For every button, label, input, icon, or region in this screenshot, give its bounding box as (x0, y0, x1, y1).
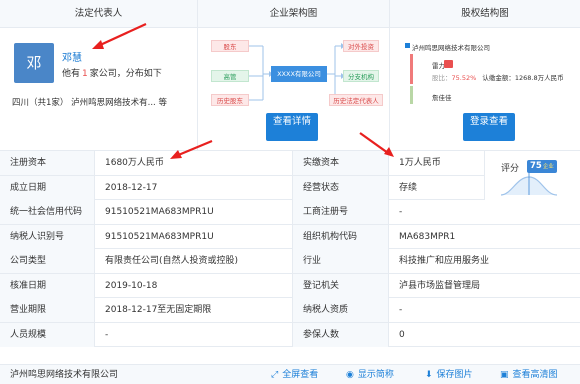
org-node-investment: 对外投资 (343, 40, 379, 52)
share-fade (430, 100, 530, 110)
save-image-label: 保存图片 (436, 370, 473, 380)
field-value: 91510521MA683MPR1U (94, 224, 292, 249)
field-value: 1万人民币 (388, 151, 484, 175)
view-hd-button[interactable]: ▣ 查看高清图 (500, 365, 558, 384)
table-row: 人员规模 - 参保人数 0 (0, 322, 580, 347)
field-label: 人员规模 (0, 322, 94, 347)
field-label: 公司类型 (0, 249, 94, 273)
field-label: 营业期限 (0, 298, 94, 322)
score-curve-icon (500, 173, 558, 196)
expand-icon: ⤢ (271, 370, 279, 380)
footer-toolbar: 泸州鸣思网络技术有限公司 ⤢ 全屏查看 ◉ 显示简称 ⬇ 保存图片 ▣ 查看高清图 (0, 364, 580, 384)
image-icon: ▣ (500, 370, 509, 380)
field-value: 科技推广和应用服务业 (388, 249, 580, 273)
org-node-history-rep: 历史法定代表人 (329, 94, 383, 106)
field-value: - (388, 298, 580, 322)
org-node-shareholder: 股东 (211, 40, 249, 52)
location-label: 四川（共1家） (12, 98, 69, 108)
company-short-link[interactable]: 泸州鸣思网络技术有... (71, 98, 156, 108)
full-screen-label: 全屏查看 (282, 370, 319, 380)
legal-rep-name-link[interactable]: 邓慧 (62, 49, 82, 64)
table-row: 核准日期 2019-10-18 登记机关 泸县市场监督管理局 (0, 273, 580, 298)
field-value: 泸县市场监督管理局 (388, 273, 580, 298)
login-view-button[interactable]: 登录查看 (463, 113, 515, 141)
share-bar-holder1 (410, 54, 413, 84)
field-value: 0 (388, 322, 580, 347)
top-panels: 法定代表人 邓 邓慧 他有 1 家公司，分布如下 四川（共1家） 泸州鸣思网络技术有… (0, 0, 580, 150)
field-label: 统一社会信用代码 (0, 200, 94, 224)
holder1-amount: 认缴金额：1268.8万人民币 (482, 74, 564, 82)
desc-suffix: 家公司，分布如下 (89, 69, 162, 79)
field-value: 2018-12-17 (94, 175, 292, 200)
table-row: 公司类型 有限责任公司(自然人投资或控股) 行业 科技推广和应用服务业 (0, 249, 580, 274)
holder1-ratio: 75.52% (451, 74, 477, 82)
legal-rep-desc: 他有 1 家公司，分布如下 (62, 66, 162, 79)
view-hd-label: 查看高清图 (512, 370, 558, 380)
field-label: 工商注册号 (292, 200, 388, 224)
show-short-button[interactable]: ◉ 显示简称 (346, 365, 394, 384)
field-label: 登记机关 (292, 273, 388, 298)
footer-company-name: 泸州鸣思网络技术有限公司 (10, 370, 119, 380)
field-label: 核准日期 (0, 273, 94, 298)
field-label: 组织机构代码 (292, 224, 388, 249)
org-node-branch: 分支机构 (343, 70, 379, 82)
field-label: 注册资本 (0, 151, 94, 175)
legal-rep-title: 法定代表人 (0, 0, 197, 28)
share-bar-holder2 (410, 86, 413, 104)
company-icon (405, 43, 410, 48)
table-row: 纳税人识别号 91510521MA683MPR1U 组织机构代码 MA683MPR1 (0, 224, 580, 249)
holder-tag-icon (444, 60, 453, 68)
field-value: 2018-12-17至无固定期限 (94, 298, 292, 322)
legal-rep-location: 四川（共1家） 泸州鸣思网络技术有... 等 (12, 96, 167, 108)
holder1-ratio-label: 股比： (432, 74, 452, 82)
show-short-label: 显示简称 (357, 370, 394, 380)
share-company-name: 泸州鸣思网络技术有限公司 (412, 44, 490, 52)
field-label: 纳税人识别号 (0, 224, 94, 249)
desc-prefix: 他有 (62, 69, 81, 79)
field-value: 2019-10-18 (94, 273, 292, 298)
field-label: 行业 (292, 249, 388, 273)
avatar: 邓 (14, 43, 54, 83)
table-row: 营业期限 2018-12-17至无固定期限 纳税人资质 - (0, 298, 580, 323)
field-value: 1680万人民币 (94, 151, 292, 175)
org-node-executive: 高管 (211, 70, 249, 82)
field-value: - (94, 322, 292, 347)
field-value: 存续 (388, 175, 484, 200)
full-screen-button[interactable]: ⤢ 全屏查看 (271, 365, 318, 384)
field-value: 有限责任公司(自然人投资或控股) (94, 249, 292, 273)
field-label: 实缴资本 (292, 151, 388, 175)
holder1-row: 股比：75.52% 认缴金额：1268.8万人民币 (432, 72, 564, 82)
download-icon: ⬇ (425, 370, 433, 380)
field-label: 经营状态 (292, 175, 388, 200)
save-image-button[interactable]: ⬇ 保存图片 (425, 365, 473, 384)
view-detail-button[interactable]: 查看详情 (266, 113, 318, 141)
share-chart-title: 股权结构图 (390, 0, 580, 28)
eye-icon: ◉ (346, 370, 354, 380)
org-chart-title: 企业架构图 (198, 0, 389, 28)
org-node-history-shareholder: 历史股东 (211, 94, 249, 106)
more-label: 等 (158, 98, 167, 108)
field-value: 91510521MA683MPR1U (94, 200, 292, 224)
field-label: 成立日期 (0, 175, 94, 200)
field-value: - (388, 200, 580, 224)
field-label: 纳税人资质 (292, 298, 388, 322)
company-count-link[interactable]: 1 (80, 69, 90, 79)
field-label: 参保人数 (292, 322, 388, 347)
org-node-center: XXXX有限公司 (271, 66, 327, 82)
field-value: MA683MPR1 (388, 224, 580, 249)
score-box[interactable]: 评分 75企业 (484, 151, 580, 200)
table-row: 统一社会信用代码 91510521MA683MPR1U 工商注册号 - (0, 200, 580, 225)
